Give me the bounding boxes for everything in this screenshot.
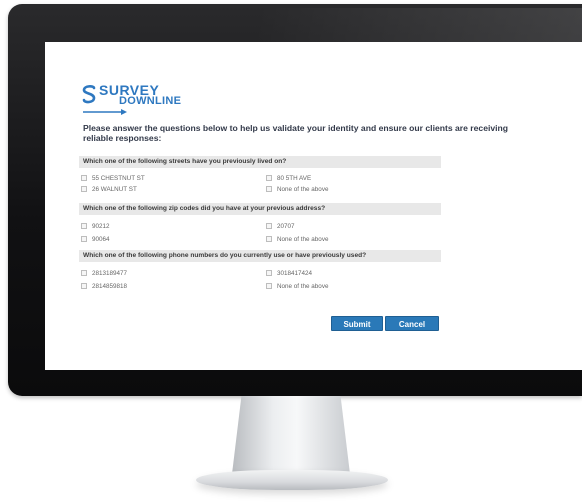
checkbox[interactable] — [266, 186, 272, 192]
option-label: 3018417424 — [277, 269, 313, 277]
checkbox[interactable] — [266, 236, 272, 242]
question-3-option-1[interactable]: 2813189477 — [81, 269, 127, 277]
submit-button[interactable]: Submit — [331, 316, 383, 331]
screen: SURVEY DOWNLINE Please answer the questi… — [45, 42, 582, 370]
option-label: None of the above — [277, 185, 329, 193]
question-2-option-1[interactable]: 90212 — [81, 222, 110, 230]
checkbox[interactable] — [81, 236, 87, 242]
question-2-header: Which one of the following zip codes did… — [79, 203, 441, 215]
option-label: 2814859818 — [92, 282, 128, 290]
question-1-option-1[interactable]: 55 CHESTNUT ST — [81, 174, 145, 182]
survey-logo-icon — [82, 85, 96, 104]
question-1-header: Which one of the following streets have … — [79, 156, 441, 168]
monitor-stand-base — [196, 470, 388, 490]
checkbox[interactable] — [266, 223, 272, 229]
cancel-button[interactable]: Cancel — [385, 316, 439, 331]
question-2-option-4[interactable]: None of the above — [266, 235, 328, 243]
question-3-option-3[interactable]: 2814859818 — [81, 282, 127, 290]
question-2-option-3[interactable]: 90064 — [81, 235, 110, 243]
checkbox[interactable] — [81, 223, 87, 229]
checkbox[interactable] — [81, 283, 87, 289]
question-1-option-2[interactable]: 80 5TH AVE — [266, 174, 311, 182]
checkbox[interactable] — [266, 283, 272, 289]
question-1-option-4[interactable]: None of the above — [266, 185, 328, 193]
checkbox[interactable] — [81, 186, 87, 192]
option-label: 90212 — [92, 222, 110, 230]
checkbox[interactable] — [81, 270, 87, 276]
logo-text-downline: DOWNLINE — [119, 95, 182, 107]
question-3-option-4[interactable]: None of the above — [266, 282, 328, 290]
option-label: 26 WALNUT ST — [92, 185, 137, 193]
option-label: 80 5TH AVE — [277, 174, 312, 182]
monitor-stand-neck — [232, 396, 350, 474]
question-3-header: Which one of the following phone numbers… — [79, 250, 441, 262]
question-2-option-2[interactable]: 20707 — [266, 222, 295, 230]
option-label: 2813189477 — [92, 269, 128, 277]
option-label: 55 CHESTNUT ST — [92, 174, 145, 182]
intro-text: Please answer the questions below to hel… — [83, 123, 509, 143]
option-label: 90064 — [92, 235, 110, 243]
checkbox[interactable] — [266, 175, 272, 181]
option-label: None of the above — [277, 235, 329, 243]
option-label: 20707 — [277, 222, 295, 230]
option-label: None of the above — [277, 282, 329, 290]
question-3-option-2[interactable]: 3018417424 — [266, 269, 312, 277]
question-1-option-3[interactable]: 26 WALNUT ST — [81, 185, 137, 193]
logo: SURVEY DOWNLINE — [81, 82, 201, 116]
monitor: SURVEY DOWNLINE Please answer the questi… — [8, 4, 582, 396]
arrow-icon — [83, 109, 127, 115]
checkbox[interactable] — [81, 175, 87, 181]
checkbox[interactable] — [266, 270, 272, 276]
